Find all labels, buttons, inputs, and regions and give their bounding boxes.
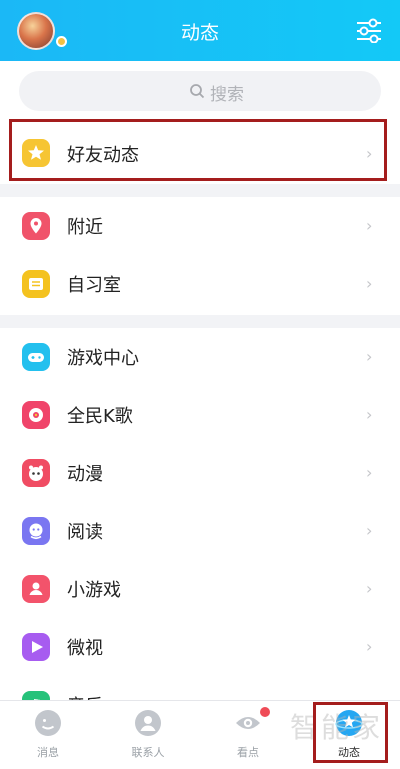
weishi-icon [22,633,50,661]
list-item-label: 附近 [67,217,103,238]
list-item-reading[interactable]: 阅读 › [0,502,400,560]
chevron-right-icon: › [366,637,373,656]
tab-label: 消息 [37,746,59,759]
list-item-study-room[interactable]: 自习室 › [0,255,400,313]
study-room-icon [22,270,50,298]
list-item-label: 自习室 [67,275,121,296]
location-pin-icon [22,212,50,240]
message-icon [35,710,61,736]
mini-game-icon [22,575,50,603]
search-placeholder: 搜索 [210,85,244,105]
list-item-label: 阅读 [67,522,103,543]
chevron-right-icon: › [366,579,373,598]
highlight-box [9,119,387,181]
tab-label: 看点 [237,746,259,759]
list-item-label: 全民K歌 [67,406,133,427]
list-item-label: 小游戏 [67,580,121,601]
eye-icon [236,717,260,729]
reading-icon [22,517,50,545]
contacts-icon [135,710,161,736]
karaoke-icon [22,401,50,429]
list-item-anime[interactable]: 动漫 › [0,444,400,502]
chevron-right-icon: › [366,347,373,366]
chevron-right-icon: › [366,274,373,293]
tab-contacts[interactable]: 联系人 [108,709,188,760]
page-title: 动态 [180,22,219,44]
search-input[interactable]: 搜索 [19,71,381,111]
search-area: 搜索 [0,61,400,123]
gamepad-icon [22,343,50,371]
tab-kandian[interactable]: 看点 [208,707,288,760]
chevron-right-icon: › [366,521,373,540]
list-item-game-center[interactable]: 游戏中心 › [0,328,400,386]
list-item-karaoke[interactable]: 全民K歌 › [0,386,400,444]
list-item-weishi[interactable]: 微视 › [0,618,400,676]
top-header: 动态 [0,0,400,61]
anime-icon [22,459,50,487]
chevron-right-icon: › [366,216,373,235]
tab-label: 联系人 [131,746,165,759]
music-icon [22,691,50,700]
list-item-nearby[interactable]: 附近 › [0,197,400,255]
chevron-right-icon: › [366,405,373,424]
section-apps: 游戏中心 › 全民K歌 › 动漫 › 阅读 › 小游戏 › 微视 › [0,328,400,700]
highlight-box-tab [313,702,388,763]
list-item-label: 游戏中心 [67,348,139,369]
chevron-right-icon: › [366,463,373,482]
tab-messages[interactable]: 消息 [8,709,88,760]
notification-dot-icon [260,707,270,717]
list-item-mini-game[interactable]: 小游戏 › [0,560,400,618]
section-nearby: 附近 › 自习室 › [0,197,400,315]
settings-sliders-icon[interactable] [355,17,383,43]
search-icon [190,84,205,99]
list-item-label: 动漫 [67,464,103,485]
list-item-label: 音乐 [67,692,103,700]
list-item-music[interactable]: 音乐 › [0,676,400,700]
list-item-label: 微视 [67,638,103,659]
